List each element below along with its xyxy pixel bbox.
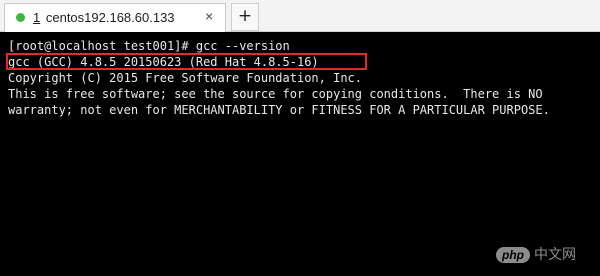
watermark-logo: php bbox=[496, 247, 530, 263]
terminal-window: 1 centos192.168.60.133 × + [root@localho… bbox=[0, 0, 600, 276]
terminal-line: Copyright (C) 2015 Free Software Foundat… bbox=[8, 71, 363, 85]
tab-label: 1 centos192.168.60.133 bbox=[33, 10, 175, 25]
new-tab-button[interactable]: + bbox=[231, 3, 259, 31]
terminal-line: This is free software; see the source fo… bbox=[8, 87, 543, 101]
close-tab-icon[interactable]: × bbox=[205, 9, 213, 23]
tab-number: 1 bbox=[33, 10, 41, 25]
tab-bar: 1 centos192.168.60.133 × + bbox=[0, 0, 600, 32]
watermark: php 中文网 bbox=[496, 244, 576, 264]
terminal-line: warranty; not even for MERCHANTABILITY o… bbox=[8, 103, 550, 117]
terminal-line: [root@localhost test001]# gcc --version bbox=[8, 39, 290, 53]
tab-title: centos192.168.60.133 bbox=[45, 10, 175, 25]
tab-session-1[interactable]: 1 centos192.168.60.133 × bbox=[4, 3, 226, 32]
version-highlight-box bbox=[6, 53, 367, 70]
watermark-text: 中文网 bbox=[534, 246, 576, 262]
connection-status-icon bbox=[16, 13, 25, 22]
